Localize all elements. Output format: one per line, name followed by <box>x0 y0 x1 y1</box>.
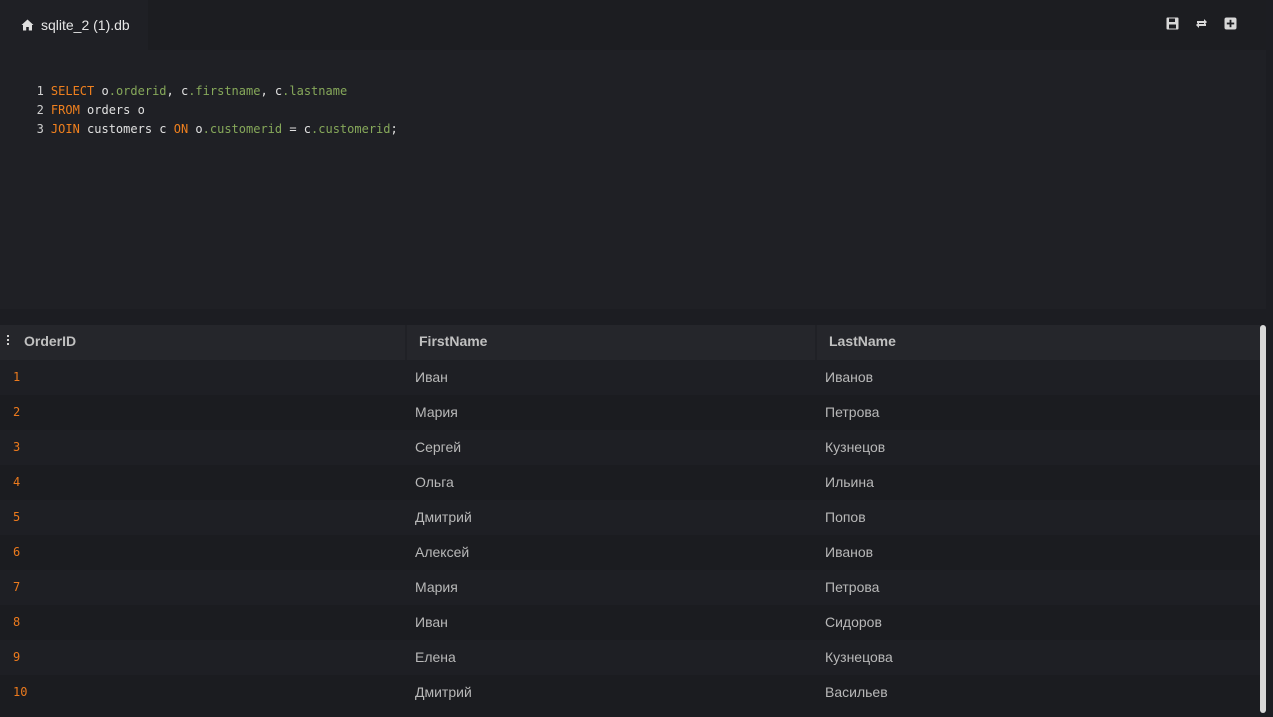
cell-lastname: Иванов <box>825 369 874 385</box>
table-row[interactable]: 6 Алексей Иванов <box>0 535 1260 570</box>
cell-firstname: Иван <box>415 369 448 385</box>
home-icon <box>21 19 34 31</box>
sql-editor[interactable]: 1 SELECT o.orderid, c.firstname, c.lastna… <box>0 50 1266 309</box>
cell-lastname: Кузнецов <box>825 439 886 455</box>
cell-orderid: 4 <box>13 475 21 489</box>
table-row[interactable]: 7 Мария Петрова <box>0 570 1260 605</box>
column-header-label: FirstName <box>419 333 488 349</box>
add-tab-icon[interactable] <box>1224 17 1237 30</box>
punctuation: ; <box>390 122 398 136</box>
cell-orderid: 9 <box>13 650 21 664</box>
identifier: , c <box>166 84 189 98</box>
field: .lastname <box>282 84 348 98</box>
cell-orderid: 7 <box>13 580 21 594</box>
field: .customerid <box>311 122 391 136</box>
cell-firstname: Дмитрий <box>415 684 472 700</box>
column-header-orderid[interactable]: OrderID <box>0 325 405 360</box>
field: .firstname <box>188 84 261 98</box>
column-header-firstname[interactable]: FirstName <box>407 325 815 360</box>
cell-lastname: Попов <box>825 509 866 525</box>
window-edge <box>1266 0 1273 717</box>
keyword: JOIN <box>50 122 80 136</box>
keyword: ON <box>173 122 189 136</box>
identifier: , c <box>260 84 283 98</box>
code-line: 2 FROM orders o <box>0 82 145 117</box>
cell-lastname: Кузнецова <box>825 649 893 665</box>
grid-header: OrderID FirstName LastName <box>0 325 1260 360</box>
cell-firstname: Иван <box>415 614 448 630</box>
column-header-label: LastName <box>829 333 896 349</box>
column-header-lastname[interactable]: LastName <box>817 325 1260 360</box>
column-menu-icon[interactable] <box>6 335 10 346</box>
line-number: 3 <box>36 122 44 136</box>
tab-bar: sqlite_2 (1).db <box>0 0 1266 50</box>
cell-lastname: Петрова <box>825 579 880 595</box>
refresh-icon[interactable] <box>1195 17 1208 30</box>
toolbar <box>1166 17 1237 30</box>
cell-lastname: Сидоров <box>825 614 882 630</box>
cell-orderid: 6 <box>13 545 21 559</box>
identifier: customers c <box>79 122 174 136</box>
identifier: o <box>188 122 203 136</box>
code-line: 1 SELECT o.orderid, c.firstname, c.lastna… <box>0 63 348 98</box>
cell-lastname: Ильина <box>825 474 874 490</box>
table-row[interactable]: 5 Дмитрий Попов <box>0 500 1260 535</box>
table-row[interactable]: 9 Елена Кузнецова <box>0 640 1260 675</box>
code-line: 3 JOIN customers c ON o.customerid = c.cu… <box>0 101 398 136</box>
identifier: = c <box>282 122 312 136</box>
results-grid: OrderID FirstName LastName 1 Иван Иванов 2 М… <box>0 325 1260 717</box>
table-row[interactable]: 4 Ольга Ильина <box>0 465 1260 500</box>
cell-firstname: Мария <box>415 579 458 595</box>
cell-firstname: Елена <box>415 649 456 665</box>
cell-firstname: Алексей <box>415 544 470 560</box>
cell-orderid: 3 <box>13 440 21 454</box>
cell-orderid: 1 <box>13 370 21 384</box>
table-row[interactable]: 3 Сергей Кузнецов <box>0 430 1260 465</box>
table-row[interactable]: 10 Дмитрий Васильев <box>0 675 1260 710</box>
cell-orderid: 8 <box>13 615 21 629</box>
tab-database[interactable]: sqlite_2 (1).db <box>0 0 148 50</box>
cell-lastname: Иванов <box>825 544 874 560</box>
cell-firstname: Сергей <box>415 439 462 455</box>
cell-firstname: Ольга <box>415 474 454 490</box>
table-row[interactable]: 1 Иван Иванов <box>0 360 1260 395</box>
field: .customerid <box>202 122 283 136</box>
table-row[interactable]: 2 Мария Петрова <box>0 395 1260 430</box>
column-header-label: OrderID <box>24 333 77 349</box>
cell-orderid: 5 <box>13 510 21 524</box>
cell-firstname: Мария <box>415 404 458 420</box>
save-icon[interactable] <box>1166 17 1179 30</box>
cell-firstname: Дмитрий <box>415 509 472 525</box>
cell-orderid: 10 <box>13 685 28 699</box>
cell-orderid: 2 <box>13 405 21 419</box>
cell-lastname: Васильев <box>825 684 888 700</box>
cell-lastname: Петрова <box>825 404 880 420</box>
tab-label: sqlite_2 (1).db <box>41 17 130 33</box>
table-row[interactable]: 8 Иван Сидоров <box>0 605 1260 640</box>
